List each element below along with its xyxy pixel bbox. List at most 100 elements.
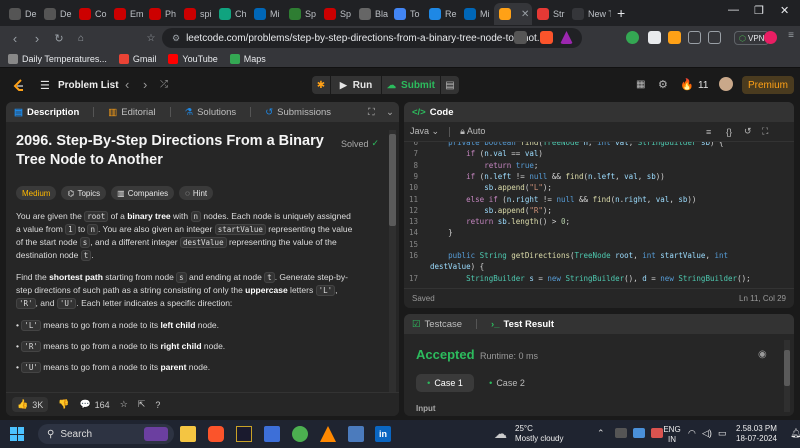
collapse-icon[interactable]: ⌄ — [386, 107, 394, 118]
battery-icon[interactable]: ▭ — [718, 428, 727, 439]
run-button[interactable]: ▶ Run — [331, 76, 381, 94]
browser-tab[interactable]: Mi — [459, 3, 494, 25]
intellij-icon[interactable] — [236, 426, 252, 442]
submit-button[interactable]: ☁ Submit — [382, 76, 440, 94]
browser-tab[interactable]: Co — [74, 3, 109, 25]
layout-icon[interactable]: ▦ — [636, 79, 645, 90]
app-icon[interactable] — [292, 426, 308, 442]
language-indicator[interactable]: ENG IN — [660, 425, 684, 445]
windows-start-icon[interactable] — [10, 427, 24, 441]
share-icon[interactable] — [514, 31, 527, 44]
browser-tab[interactable]: De — [4, 3, 39, 25]
home-icon[interactable]: ⌂ — [70, 33, 92, 44]
vlc-icon[interactable] — [320, 426, 336, 442]
brave-browser-icon[interactable] — [208, 426, 224, 442]
browser-tab[interactable]: Sp — [284, 3, 319, 25]
bookmark-item[interactable]: Maps — [229, 53, 266, 64]
forward-icon[interactable]: › — [26, 31, 48, 46]
language-select[interactable]: Java ⌄ — [410, 126, 439, 137]
reset-icon[interactable]: ↺ — [744, 126, 752, 137]
tray-chevron-icon[interactable]: ⌃ — [597, 428, 605, 439]
tab-code[interactable]: </> Code — [412, 107, 454, 118]
tray-app-icon[interactable] — [633, 428, 645, 438]
prev-problem-icon[interactable]: ‹ — [125, 77, 129, 92]
weather-icon[interactable]: ☁ — [494, 426, 507, 442]
taskbar-search[interactable]: ⚲ Search — [38, 424, 174, 444]
close-window-icon[interactable]: ✕ — [780, 4, 789, 17]
star-icon[interactable]: ☆ — [120, 399, 128, 410]
bookmark-item[interactable]: YouTube — [168, 53, 218, 64]
format-icon[interactable]: ≡ — [706, 127, 711, 137]
browser-tab[interactable]: Mi — [249, 3, 284, 25]
sidebar-icon[interactable] — [688, 31, 701, 44]
back-icon[interactable]: ‹ — [4, 31, 26, 46]
wallet-icon[interactable] — [708, 31, 721, 44]
topics-chip[interactable]: ⌬ Topics — [61, 186, 107, 200]
close-tab-icon[interactable]: ✕ — [521, 9, 529, 20]
brave-shield-icon[interactable] — [540, 31, 553, 44]
menu-icon[interactable]: ≡ — [780, 30, 800, 41]
bookmark-item[interactable]: Gmail — [118, 53, 156, 64]
browser-tab[interactable]: Ph — [144, 3, 179, 25]
tab-test-result[interactable]: ›_ Test Result — [491, 319, 554, 330]
browser-tab[interactable]: Str — [532, 3, 567, 25]
share-icon[interactable]: ⇱ — [138, 399, 146, 410]
reload-icon[interactable]: ↻ — [48, 32, 70, 45]
help-icon[interactable]: ? — [155, 400, 160, 410]
thumbs-down-icon[interactable]: 👎 — [58, 399, 69, 410]
premium-button[interactable]: Premium — [742, 76, 794, 94]
new-tab-button[interactable]: + — [611, 5, 631, 21]
profile-avatar[interactable] — [764, 31, 777, 44]
user-avatar[interactable] — [719, 77, 733, 91]
tab-solutions[interactable]: ⚗ Solutions — [185, 107, 237, 118]
scrollbar-thumb[interactable] — [389, 134, 396, 226]
maximize-icon[interactable]: ❐ — [754, 4, 764, 17]
browser-tab[interactable]: Re — [424, 3, 459, 25]
comments-button[interactable]: 💬 164 — [79, 399, 109, 410]
tab-submissions[interactable]: ↺ Submissions — [265, 107, 331, 118]
bookmark-item[interactable]: Daily Temperatures... — [8, 53, 107, 64]
browser-tab[interactable]: Em — [109, 3, 144, 25]
bookmark-icon[interactable]: ☆ — [140, 33, 162, 44]
volume-icon[interactable]: ◁) — [702, 428, 712, 439]
browser-tab[interactable]: Sp — [319, 3, 354, 25]
store-icon[interactable] — [264, 426, 280, 442]
minimize-icon[interactable]: — — [728, 4, 739, 16]
case-2-tab[interactable]: • Case 2 — [478, 374, 536, 392]
hint-chip[interactable]: ◌ Hint — [179, 186, 214, 200]
companies-chip[interactable]: ▥ Companies — [111, 186, 175, 200]
case-1-tab[interactable]: • Case 1 — [416, 374, 474, 392]
notes-icon[interactable]: ▤ — [441, 76, 459, 94]
leetcode-logo[interactable] — [12, 78, 26, 92]
fullscreen-icon[interactable]: ⛶ — [762, 126, 768, 137]
extension-icon[interactable] — [668, 31, 681, 44]
browser-tab[interactable]: Ch — [214, 3, 249, 25]
like-button[interactable]: 👍 3K — [12, 397, 49, 412]
extension-icon[interactable] — [648, 31, 661, 44]
browser-tab[interactable]: Bla — [354, 3, 389, 25]
expand-icon[interactable]: ⛶ — [368, 107, 375, 118]
linkedin-icon[interactable]: in — [375, 426, 391, 442]
eye-icon[interactable]: ◉ — [758, 349, 767, 360]
problem-list-icon[interactable]: ☰ — [40, 79, 50, 92]
scrollbar-thumb[interactable] — [784, 350, 790, 386]
auto-mode-toggle[interactable]: 🔒︎ Auto — [460, 126, 485, 137]
wifi-icon[interactable]: ◠ — [688, 428, 696, 439]
clock[interactable]: 2.58.03 PM 18-07-2024 — [736, 424, 777, 444]
browser-tab[interactable]: De — [39, 3, 74, 25]
next-problem-icon[interactable]: › — [143, 77, 147, 92]
browser-tab[interactable]: ✕ — [494, 3, 532, 25]
tab-editorial[interactable]: ▥ Editorial — [108, 107, 155, 118]
scrollbar-track[interactable] — [389, 130, 396, 392]
tray-app-icon[interactable] — [615, 428, 627, 438]
site-info-icon[interactable]: ⚙ — [172, 33, 180, 44]
notification-icon[interactable]: 🔔︎ — [790, 428, 800, 439]
problem-list-label[interactable]: Problem List — [58, 80, 119, 91]
scrollbar-track[interactable] — [784, 340, 790, 412]
photos-icon[interactable] — [348, 426, 364, 442]
extension-icon[interactable] — [626, 31, 639, 44]
debug-icon[interactable]: ✱ — [312, 76, 330, 94]
braces-icon[interactable]: {} — [726, 127, 732, 137]
browser-tab[interactable]: To — [389, 3, 424, 25]
tab-testcase[interactable]: ☑ Testcase — [412, 319, 462, 330]
